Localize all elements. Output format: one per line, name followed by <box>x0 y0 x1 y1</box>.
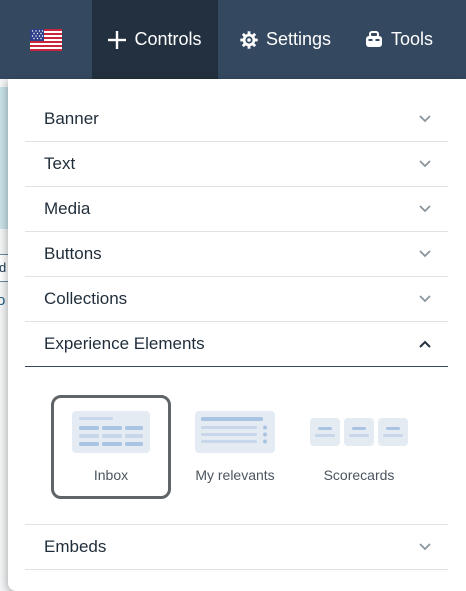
chevron-down-icon <box>419 250 431 258</box>
menu-item-label: Buttons <box>44 244 102 263</box>
element-tile-scorecards[interactable]: Scorecards <box>299 395 419 499</box>
tools-button[interactable]: Tools <box>353 0 449 79</box>
menu-item-buttons[interactable]: Buttons <box>25 232 448 277</box>
menu-item-label: Text <box>44 154 76 173</box>
chevron-down-icon <box>419 295 431 303</box>
chevron-down-icon <box>419 205 431 213</box>
menu-item-label: Collections <box>44 289 128 308</box>
language-selector[interactable] <box>0 0 92 79</box>
toolbox-icon <box>365 31 383 48</box>
controls-button[interactable]: Controls <box>92 0 218 79</box>
element-tile-my-relevants[interactable]: My relevants <box>175 395 295 499</box>
menu-item-label: Media <box>44 199 91 218</box>
element-tile-label: My relevants <box>195 467 275 483</box>
element-tile-label: Scorecards <box>323 467 395 483</box>
menu-item-label: Banner <box>44 109 99 128</box>
element-tile-inbox[interactable]: Inbox <box>51 395 171 499</box>
menu-item-label: Experience Elements <box>44 334 205 353</box>
menu-item-text[interactable]: Text <box>25 142 448 187</box>
menu-item-banner[interactable]: Banner <box>25 97 448 142</box>
chevron-down-icon <box>419 160 431 168</box>
chevron-down-icon <box>419 543 431 551</box>
us-flag-icon[interactable] <box>30 28 62 51</box>
top-navigation-bar: Controls Settings Tools <box>0 0 466 79</box>
menu-item-embeds[interactable]: Embeds <box>25 525 448 570</box>
experience-elements-grid: Inbox My relevants Scorecards <box>25 367 448 525</box>
gear-icon <box>240 30 258 49</box>
scorecards-thumbnail-icon <box>310 411 408 453</box>
settings-label: Settings <box>265 29 332 49</box>
menu-item-collections[interactable]: Collections <box>25 277 448 322</box>
chevron-down-icon <box>419 115 431 123</box>
element-tile-label: Inbox <box>93 467 129 483</box>
menu-item-experience-elements[interactable]: Experience Elements <box>25 322 448 367</box>
plus-icon <box>108 30 127 49</box>
inbox-thumbnail-icon <box>72 411 150 453</box>
controls-label: Controls <box>134 29 202 49</box>
settings-button[interactable]: Settings <box>218 0 353 79</box>
my-relevants-thumbnail-icon <box>195 411 275 453</box>
tools-label: Tools <box>391 29 434 49</box>
menu-item-media[interactable]: Media <box>25 187 448 232</box>
controls-dropdown-panel: Banner Text Media Buttons Collections Ex… <box>8 79 466 591</box>
controls-menu: Banner Text Media Buttons Collections Ex… <box>25 97 448 570</box>
chevron-up-icon <box>419 340 431 348</box>
background-fragment-text: o <box>0 292 6 309</box>
menu-item-label: Embeds <box>44 537 107 556</box>
